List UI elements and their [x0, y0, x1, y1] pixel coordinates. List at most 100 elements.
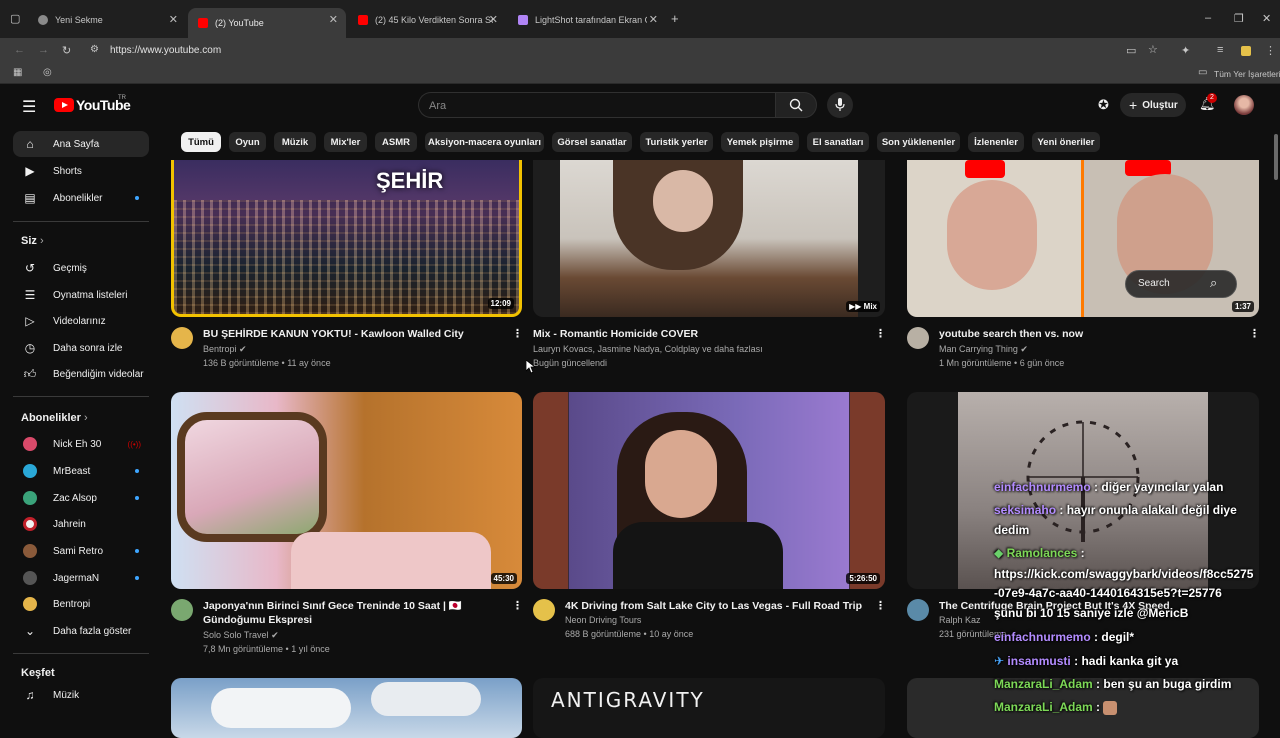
video-channel-name[interactable]: Solo Solo Travel ✔ [203, 630, 279, 641]
chip-all[interactable]: Tümü [181, 132, 221, 152]
extensions-icon[interactable]: ✦ [1181, 44, 1190, 57]
video-menu-icon[interactable]: ⋮ [512, 327, 523, 340]
video-channel-name[interactable]: Neon Driving Tours [565, 615, 641, 625]
sidebar-item-subscriptions[interactable]: ▤ Abonelikler [13, 185, 149, 211]
video-title[interactable]: Japonya'nın Birinci Sınıf Gece Treninde … [203, 599, 509, 627]
video-channel-name[interactable]: Bentropi ✔ [203, 344, 247, 355]
sidebar-item-music[interactable]: ♫ Müzik [13, 682, 149, 708]
hamburger-menu-icon[interactable]: ☰ [22, 97, 36, 117]
all-bookmarks-link[interactable]: Tüm Yer İşaretleri [1214, 69, 1280, 79]
tab-new-tab[interactable]: Yeni Sekme ✕ [28, 8, 186, 32]
chip[interactable]: İzlenenler [968, 132, 1024, 152]
tab-video[interactable]: (2) 45 Kilo Verdikten Sonra Son ✕ [348, 8, 506, 32]
channel-avatar[interactable] [171, 599, 193, 621]
close-tab-icon[interactable]: ✕ [649, 13, 658, 26]
tab-youtube[interactable]: (2) YouTube ✕ [188, 8, 346, 38]
chip[interactable]: Oyun [229, 132, 266, 152]
channel-avatar[interactable] [533, 599, 555, 621]
extension-badge-icon[interactable] [1241, 46, 1251, 56]
video-title[interactable]: Mix - Romantic Homicide COVER [533, 327, 863, 341]
url-field[interactable]: https://www.youtube.com [110, 45, 221, 56]
video-channel-name[interactable]: Lauryn Kovacs, Jasmine Nadya, Coldplay v… [533, 344, 763, 354]
premium-icon[interactable]: ✪ [1098, 97, 1109, 113]
apps-grid-icon[interactable]: ▦ [13, 67, 22, 78]
tab-lightshot[interactable]: LightShot tarafından Ekran Gör ✕ [508, 8, 666, 32]
chip[interactable]: Yemek pişirme [721, 132, 799, 152]
channel-avatar[interactable] [907, 599, 929, 621]
video-menu-icon[interactable]: ⋮ [512, 599, 523, 612]
video-thumbnail[interactable]: ŞEHİR 12:09 [171, 160, 522, 317]
sidebar-channel-item[interactable]: Zac Alsop [13, 485, 149, 511]
reload-icon[interactable]: ↻ [62, 44, 71, 57]
tab-search-icon[interactable]: ▢ [10, 12, 20, 25]
search-button[interactable] [775, 92, 817, 118]
chip[interactable]: Yeni öneriler [1032, 132, 1100, 152]
sidebar-channel-item[interactable]: Jahrein [13, 511, 149, 537]
sidebar-channel-item[interactable]: Sami Retro [13, 538, 149, 564]
you-section-link[interactable]: Siz › [21, 235, 44, 247]
close-tab-icon[interactable]: ✕ [329, 13, 338, 26]
sidebar-item-shorts[interactable]: ▶ Shorts [13, 158, 149, 184]
cast-icon[interactable]: ▭ [1126, 44, 1136, 57]
video-menu-icon[interactable]: ⋮ [875, 599, 886, 612]
chip[interactable]: Turistik yerler [640, 132, 713, 152]
bookmark-globe-icon[interactable]: ◎ [43, 67, 52, 78]
sidebar-channel-item[interactable]: JagermaN [13, 565, 149, 591]
video-title[interactable]: youtube search then vs. now [939, 327, 1239, 341]
sidebar-item-home[interactable]: ⌂ Ana Sayfa [13, 131, 149, 157]
close-tab-icon[interactable]: ✕ [489, 13, 498, 26]
video-thumbnail[interactable]: ANTIGRAVITY [533, 678, 885, 738]
sidebar-item-liked-videos[interactable]: 👍︎ Beğendiğim videolar [13, 361, 149, 387]
chip[interactable]: Aksiyon-macera oyunları [425, 132, 544, 152]
close-window-button[interactable]: ✕ [1262, 12, 1271, 25]
restore-button[interactable]: ❐ [1234, 12, 1244, 25]
video-thumbnail[interactable]: 45:30 [171, 392, 522, 589]
menu-kebab-icon[interactable]: ⋮ [1265, 44, 1276, 57]
site-info-icon[interactable]: ⚙ [90, 44, 99, 55]
video-channel-name[interactable]: Man Carrying Thing ✔ [939, 344, 1028, 355]
bookmark-star-icon[interactable]: ☆ [1148, 43, 1158, 56]
sidebar-item-your-videos[interactable]: ▷ Videolarınız [13, 308, 149, 334]
back-icon[interactable]: ← [14, 44, 25, 56]
chip[interactable]: Müzik [274, 132, 316, 152]
account-avatar[interactable] [1234, 95, 1254, 115]
video-thumbnail[interactable] [171, 678, 522, 738]
video-title[interactable]: 4K Driving from Salt Lake City to Las Ve… [565, 599, 865, 613]
chip[interactable]: Mix'ler [324, 132, 367, 152]
sidebar-item-watch-later[interactable]: ◷ Daha sonra izle [13, 335, 149, 361]
minimize-button[interactable]: – [1205, 12, 1211, 24]
new-tab-button[interactable]: + [671, 11, 679, 26]
video-thumbnail[interactable]: ▶▶ Mix [533, 160, 885, 317]
chip[interactable]: Görsel sanatlar [552, 132, 632, 152]
video-title[interactable]: BU ŞEHİRDE KANUN YOKTU! - Kawloon Walled… [203, 327, 503, 341]
show-more-button[interactable]: ⌄ Daha fazla göster [13, 618, 149, 644]
video-thumbnail[interactable]: Search ⌕ 1:37 [907, 160, 1259, 317]
subscriptions-section-link[interactable]: Abonelikler › [21, 412, 88, 424]
create-button[interactable]: + Oluştur [1120, 93, 1186, 117]
video-menu-icon[interactable]: ⋮ [875, 327, 886, 340]
forward-icon[interactable]: → [38, 44, 49, 56]
video-thumbnail[interactable]: 5:26:50 [533, 392, 885, 589]
youtube-logo-icon[interactable] [54, 98, 74, 112]
sidebar-item-playlists[interactable]: ☰ Oynatma listeleri [13, 282, 149, 308]
sidebar-channel-item[interactable]: Bentropi [13, 591, 149, 617]
chip[interactable]: El sanatları [807, 132, 869, 152]
sidebar-item-history[interactable]: ↺ Geçmiş [13, 255, 149, 281]
sidebar-channel-item[interactable]: MrBeast [13, 458, 149, 484]
video-metadata: 688 B görüntüleme • 10 ay önce [565, 629, 694, 639]
close-tab-icon[interactable]: ✕ [169, 13, 178, 26]
page-scrollbar[interactable] [1274, 134, 1278, 180]
voice-search-button[interactable] [827, 92, 853, 118]
reading-list-icon[interactable]: ≡ [1217, 44, 1223, 56]
search-input[interactable]: Ara [418, 92, 775, 118]
chip[interactable]: ASMR [375, 132, 417, 152]
chip[interactable]: Son yüklenenler [877, 132, 960, 152]
video-channel-name[interactable]: Ralph Kaz [939, 615, 981, 625]
video-duration: 5:26:50 [846, 573, 880, 584]
chat-message: dedim [994, 523, 1030, 537]
video-menu-icon[interactable]: ⋮ [1249, 327, 1260, 340]
sidebar-channel-item[interactable]: Nick Eh 30 ((•)) [13, 431, 149, 457]
chat-message: ◆ Ramolances : [994, 546, 1085, 560]
channel-avatar[interactable] [907, 327, 929, 349]
channel-avatar[interactable] [171, 327, 193, 349]
